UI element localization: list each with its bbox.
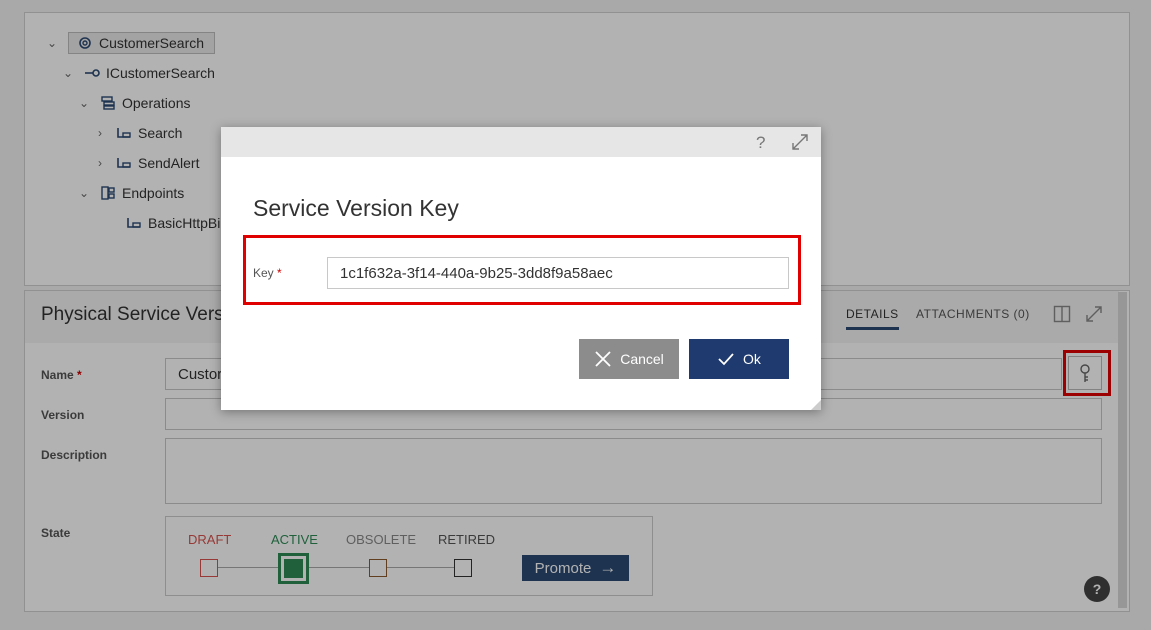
- close-icon: [595, 351, 611, 367]
- key-field-highlight: [243, 235, 801, 305]
- dialog-title: Service Version Key: [253, 195, 459, 221]
- cancel-label: Cancel: [620, 351, 664, 367]
- cancel-button[interactable]: Cancel: [579, 339, 679, 379]
- dialog-help-button[interactable]: ?: [756, 133, 765, 153]
- ok-label: Ok: [743, 351, 761, 367]
- dialog-title-bar: ?: [221, 127, 821, 157]
- service-version-key-dialog: ? Service Version Key Key * 1c1f632a-3f1…: [221, 127, 821, 410]
- checkmark-icon: [718, 353, 734, 366]
- resize-grip-icon[interactable]: [811, 400, 821, 410]
- ok-button[interactable]: Ok: [689, 339, 789, 379]
- maximize-icon[interactable]: [791, 133, 809, 151]
